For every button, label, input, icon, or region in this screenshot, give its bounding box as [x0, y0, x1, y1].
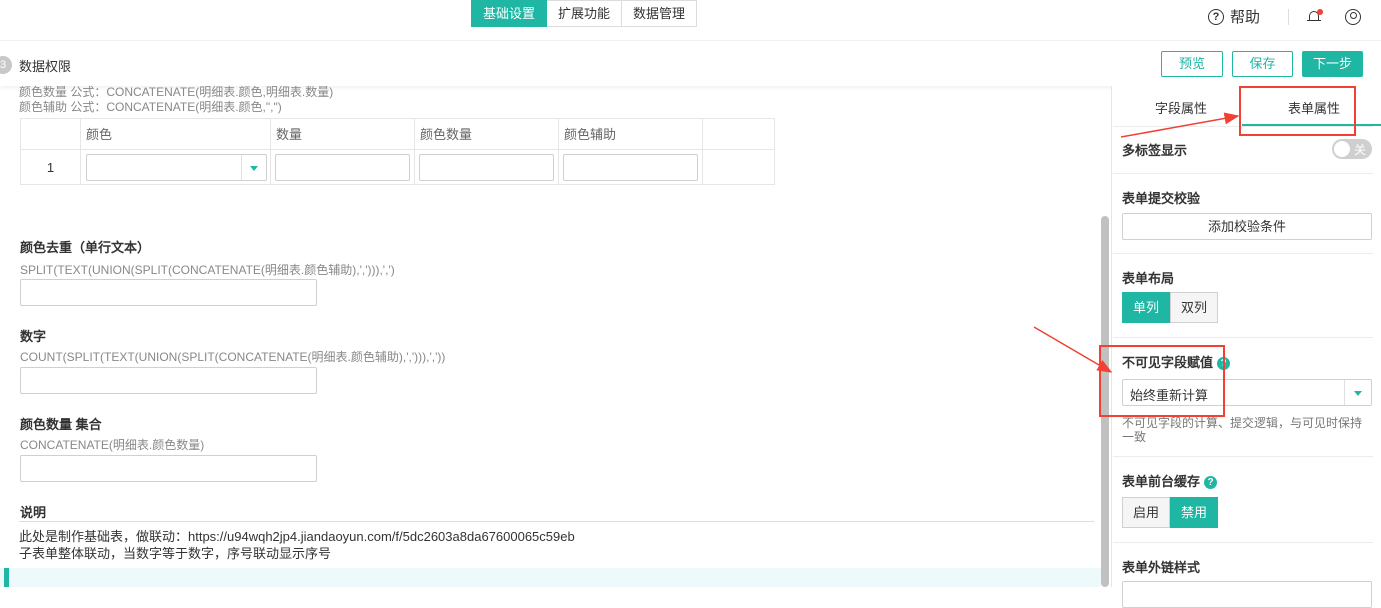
quantity-input[interactable] — [275, 154, 410, 181]
color-count-input[interactable] — [419, 154, 554, 181]
multi-tab-title: 多标签显示 — [1122, 143, 1188, 158]
toggle-state-label: 关 — [1354, 143, 1367, 157]
color-count-set-input[interactable] — [20, 455, 317, 482]
field-formula-color-count-set: CONCATENATE(明细表.颜色数量) — [20, 438, 205, 452]
field-title-number: 数字 — [20, 329, 47, 344]
annotation-box-form-properties — [1239, 86, 1356, 136]
top-nav-tabs: 基础设置 扩展功能 数据管理 — [471, 0, 698, 27]
subtable-header-color: 颜色 — [81, 119, 271, 150]
cache-enable-option[interactable]: 启用 — [1122, 497, 1170, 528]
cache-disable-option[interactable]: 禁用 — [1170, 497, 1218, 528]
subtable-header-filler — [703, 119, 775, 150]
layout-single-column[interactable]: 单列 — [1122, 292, 1170, 323]
multi-tab-toggle[interactable]: 关 — [1332, 139, 1372, 159]
description-divider — [19, 521, 1094, 522]
selected-field-strip[interactable] — [0, 568, 1101, 587]
chevron-down-icon — [250, 166, 258, 171]
help-circle-icon[interactable]: ? — [1204, 476, 1218, 489]
subtable-header-quantity: 数量 — [271, 119, 415, 150]
external-style-title: 表单外链样式 — [1122, 560, 1201, 575]
subtable: 颜色 数量 颜色数量 颜色辅助 1 — [20, 118, 775, 185]
step-number-badge: 3 — [0, 56, 12, 74]
next-step-button[interactable]: 下一步 — [1302, 51, 1363, 77]
field-formula-dedup: SPLIT(TEXT(UNION(SPLIT(CONCATENATE(明细表.颜… — [20, 263, 395, 277]
help-icon: ? — [1207, 8, 1224, 25]
bell-icon[interactable] — [1307, 8, 1323, 25]
subtable-header-color-count: 颜色数量 — [415, 119, 559, 150]
user-avatar-icon[interactable] — [1345, 8, 1361, 25]
notification-dot — [1317, 8, 1323, 15]
layout-double-column[interactable]: 双列 — [1170, 292, 1218, 323]
field-title-color-count-set: 颜色数量 集合 — [20, 417, 102, 432]
validation-title: 表单提交校验 — [1122, 191, 1201, 206]
chevron-down-icon — [1354, 391, 1362, 396]
subtable-row-index: 1 — [21, 150, 81, 185]
panel-divider — [1113, 456, 1373, 457]
header-divider — [1288, 8, 1289, 25]
color-select[interactable] — [86, 154, 267, 181]
external-style-control[interactable] — [1122, 581, 1372, 608]
save-button[interactable]: 保存 — [1232, 51, 1293, 77]
subtable-header-color-aux: 颜色辅助 — [559, 119, 703, 150]
header-actions: ? 帮助 — [1207, 6, 1361, 27]
tab-field-properties[interactable]: 字段属性 — [1155, 98, 1207, 117]
panel-divider — [1113, 337, 1373, 338]
subtable-header-index — [21, 119, 81, 150]
cache-title: 表单前台缓存? — [1122, 471, 1218, 490]
preview-button[interactable]: 预览 — [1161, 51, 1223, 77]
help-label: 帮助 — [1229, 9, 1260, 26]
field-formula-number: COUNT(SPLIT(TEXT(UNION(SPLIT(CONCATENATE… — [20, 350, 446, 364]
number-input[interactable] — [20, 367, 317, 394]
panel-divider — [1113, 173, 1373, 174]
tab-basic-settings[interactable]: 基础设置 — [471, 0, 548, 27]
dedup-input[interactable] — [20, 279, 317, 306]
invisible-fields-hint: 不可见字段的计算、提交逻辑，与可见时保持一致 — [1122, 416, 1363, 444]
description-title: 说明 — [20, 505, 47, 520]
panel-divider — [1113, 253, 1373, 254]
tab-extensions[interactable]: 扩展功能 — [547, 0, 623, 27]
step-label[interactable]: 数据权限 — [19, 56, 71, 75]
panel-divider — [1113, 542, 1373, 543]
description-line-2: 子表单整体联动，当数字等于数字，序号联动显示序号 — [19, 546, 332, 561]
step-toolbar: 3 数据权限 预览 保存 下一步 — [0, 40, 1381, 86]
formula-hint-color-aux: 颜色辅助 公式：CONCATENATE(明细表.颜色,",") — [19, 100, 282, 114]
color-aux-input[interactable] — [563, 154, 698, 181]
add-validation-button[interactable]: 添加校验条件 — [1122, 213, 1372, 240]
field-title-dedup: 颜色去重（单行文本） — [20, 240, 151, 255]
help-link[interactable]: ? 帮助 — [1207, 6, 1260, 27]
layout-title: 表单布局 — [1122, 271, 1175, 286]
properties-panel: 字段属性 表单属性 多标签显示 关 表单提交校验 添加校验条件 表单布局 单列 … — [1111, 86, 1381, 608]
tab-data-management[interactable]: 数据管理 — [622, 0, 698, 27]
annotation-box-invisible-fields — [1099, 345, 1225, 417]
